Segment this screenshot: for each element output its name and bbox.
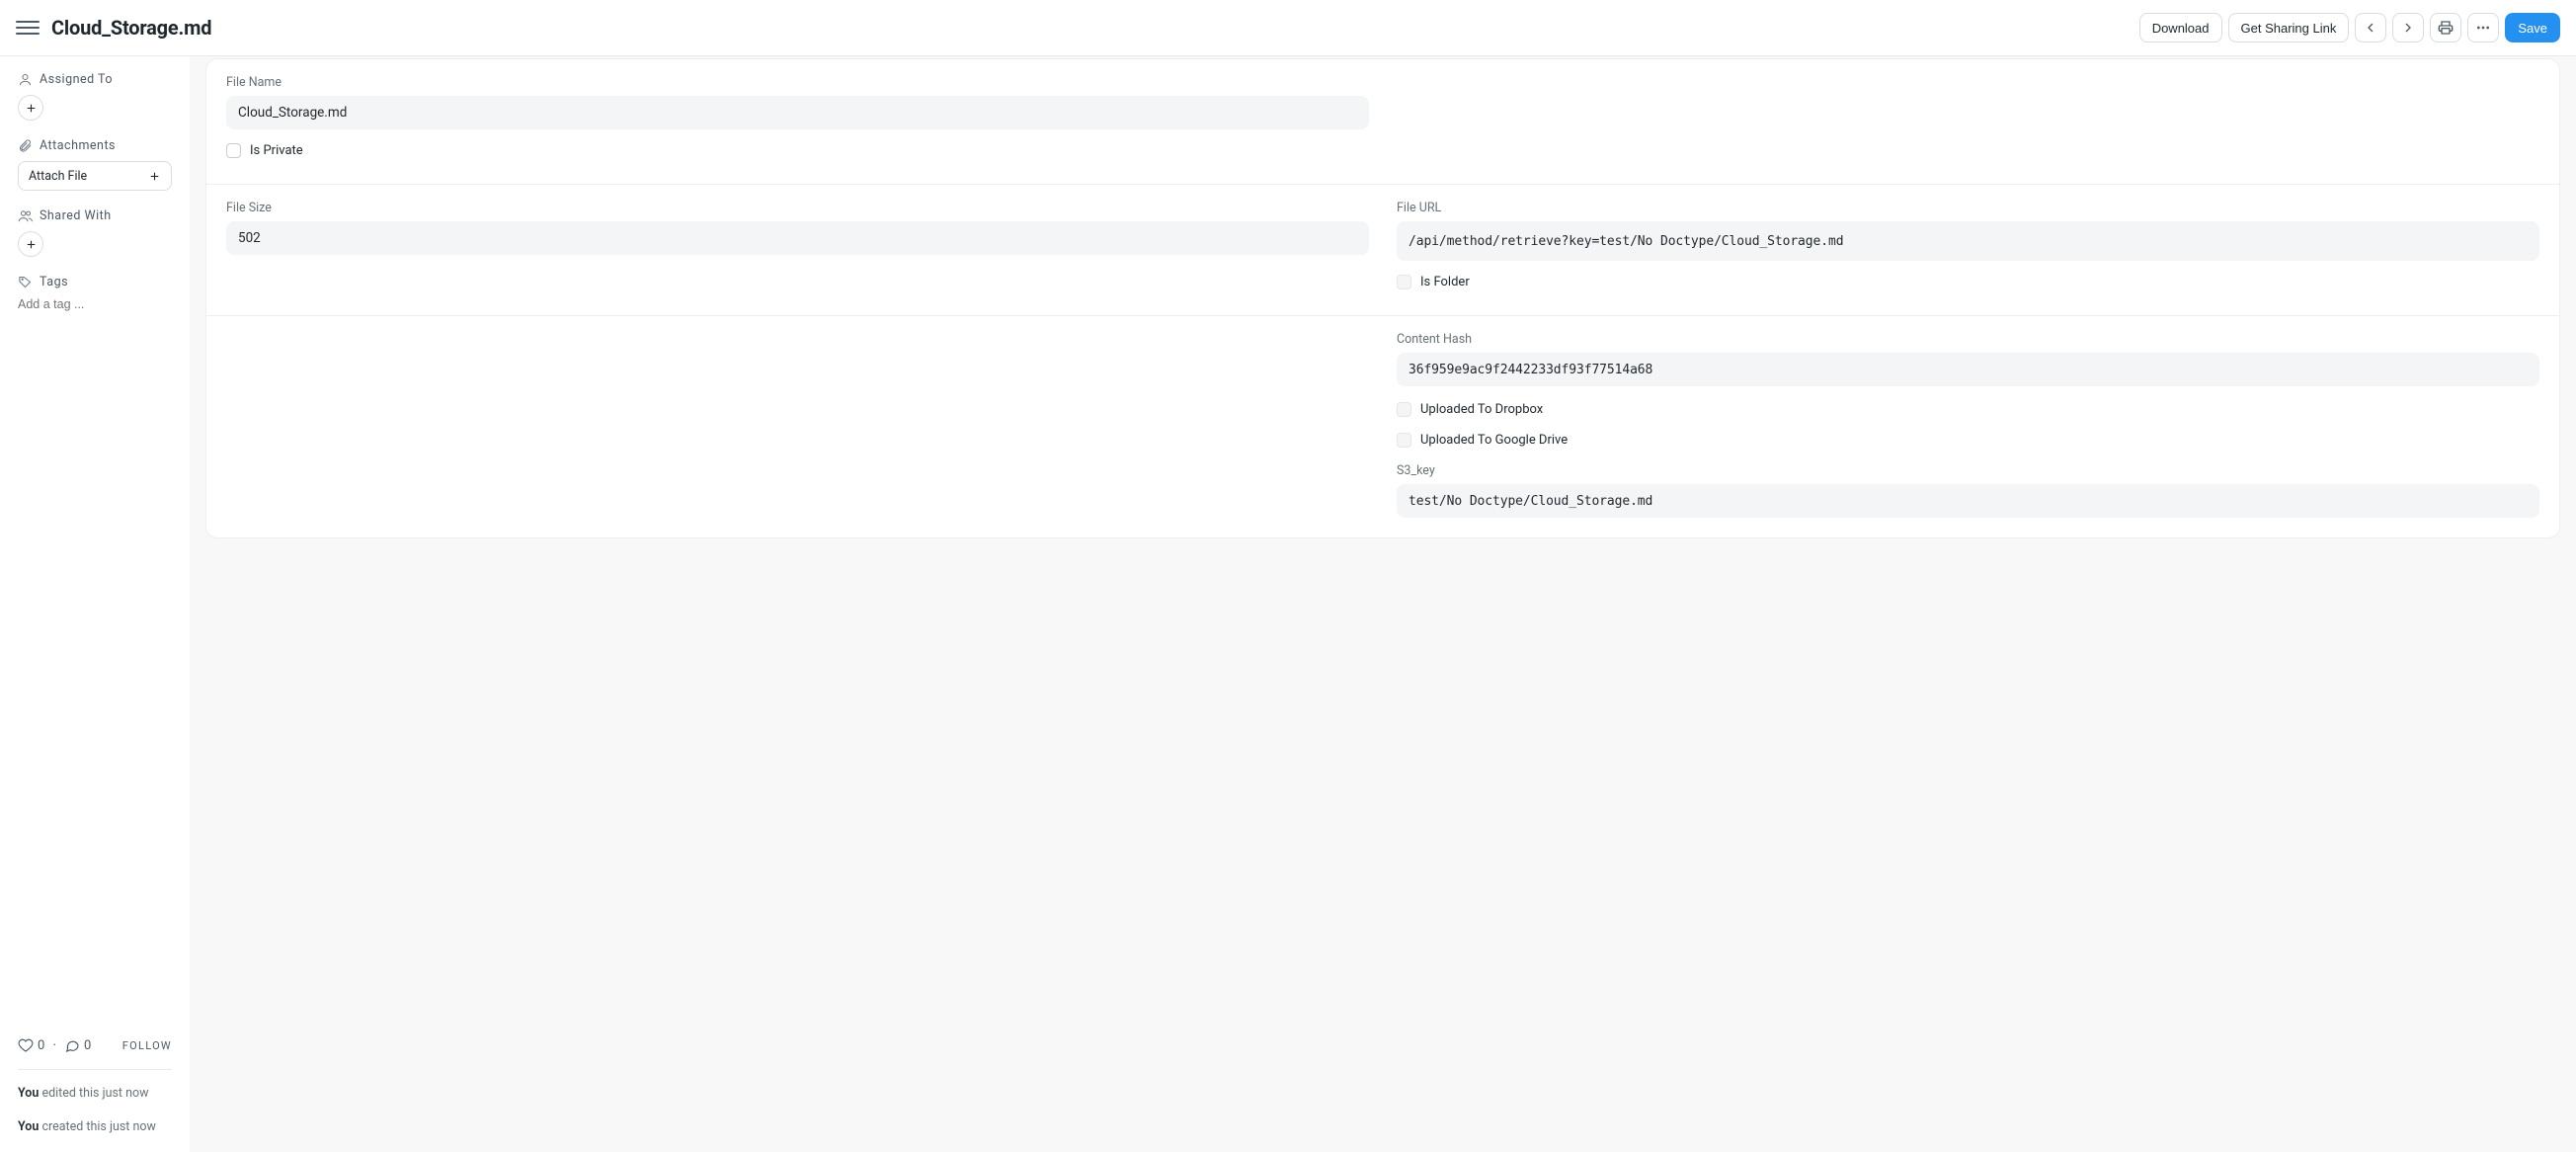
engagement-row: 0 · 0 FOLLOW	[18, 1037, 172, 1070]
save-button[interactable]: Save	[2505, 13, 2560, 42]
user-icon	[18, 72, 33, 87]
add-assignee-button[interactable]	[18, 95, 43, 121]
file-name-input[interactable]	[226, 96, 1369, 129]
assigned-to-header: Assigned To	[18, 72, 172, 87]
tag-icon	[18, 275, 33, 289]
shared-with-header: Shared With	[18, 208, 172, 223]
follow-button[interactable]: FOLLOW	[122, 1039, 172, 1052]
topbar: Cloud_Storage.md Download Get Sharing Li…	[0, 0, 2576, 56]
add-share-button[interactable]	[18, 231, 43, 257]
section-file-size-url: File Size File URL Is Folder	[206, 184, 2559, 315]
attach-file-button[interactable]: Attach File	[18, 161, 172, 191]
likes-button[interactable]: 0	[18, 1037, 44, 1053]
uploaded-dropbox-checkbox	[1397, 402, 1411, 417]
uploaded-dropbox-label: Uploaded To Dropbox	[1420, 402, 1543, 417]
users-icon	[18, 208, 33, 223]
file-name-label: File Name	[226, 75, 1369, 90]
history-edited: You edited this just now	[18, 1084, 172, 1103]
history-created: You created this just now	[18, 1117, 172, 1136]
section-file-name: File Name Is Private	[206, 59, 2559, 184]
attach-file-label: Attach File	[29, 169, 87, 184]
get-sharing-link-button[interactable]: Get Sharing Link	[2228, 13, 2350, 42]
tags-input[interactable]	[18, 297, 172, 311]
tags-label: Tags	[40, 275, 68, 289]
plus-icon	[25, 102, 38, 115]
is-folder-field: Is Folder	[1397, 275, 2539, 289]
shared-with-label: Shared With	[40, 208, 112, 223]
prev-button[interactable]	[2355, 13, 2386, 42]
comments-count: 0	[84, 1038, 91, 1053]
is-private-checkbox[interactable]	[226, 143, 241, 158]
file-url-input	[1397, 221, 2539, 261]
chevron-left-icon	[2363, 20, 2378, 36]
file-size-input	[226, 221, 1369, 255]
shared-with-section: Shared With	[18, 208, 172, 257]
main-content: File Name Is Private	[190, 56, 2576, 1152]
layout: Assigned To Attachments Attach File Shar…	[0, 56, 2576, 1152]
file-name-field: File Name	[226, 75, 1369, 129]
s3-key-field: S3_key	[1397, 463, 2539, 518]
content-hash-input	[1397, 353, 2539, 386]
file-url-field: File URL	[1397, 201, 2539, 261]
file-size-label: File Size	[226, 201, 1369, 215]
next-button[interactable]	[2392, 13, 2424, 42]
more-button[interactable]	[2467, 13, 2499, 42]
sidebar-bottom: 0 · 0 FOLLOW You edited this just now Yo…	[18, 1037, 172, 1136]
file-size-field: File Size	[226, 201, 1369, 255]
uploaded-gdrive-label: Uploaded To Google Drive	[1420, 433, 1568, 448]
plus-icon	[25, 238, 38, 251]
print-button[interactable]	[2430, 13, 2461, 42]
more-horizontal-icon	[2475, 20, 2491, 36]
printer-icon	[2438, 20, 2454, 36]
separator: ·	[52, 1037, 56, 1053]
comment-icon	[64, 1037, 80, 1053]
comments-button[interactable]: 0	[64, 1037, 91, 1053]
uploaded-gdrive-field: Uploaded To Google Drive	[1397, 433, 2539, 448]
heart-icon	[18, 1037, 34, 1053]
is-folder-checkbox	[1397, 275, 1411, 289]
attachments-label: Attachments	[40, 138, 116, 153]
uploaded-gdrive-checkbox	[1397, 433, 1411, 448]
assigned-to-label: Assigned To	[40, 72, 113, 87]
s3-key-input	[1397, 484, 2539, 518]
content-hash-field: Content Hash	[1397, 332, 2539, 386]
assigned-to-section: Assigned To	[18, 72, 172, 121]
file-url-label: File URL	[1397, 201, 2539, 215]
tags-header: Tags	[18, 275, 172, 289]
s3-key-label: S3_key	[1397, 463, 2539, 478]
is-private-field[interactable]: Is Private	[226, 143, 1369, 158]
paperclip-icon	[18, 138, 33, 153]
is-folder-label: Is Folder	[1420, 275, 1470, 289]
sidebar: Assigned To Attachments Attach File Shar…	[0, 56, 190, 1152]
form-card: File Name Is Private	[205, 58, 2560, 538]
chevron-right-icon	[2400, 20, 2416, 36]
plus-icon	[148, 170, 161, 183]
download-button[interactable]: Download	[2139, 13, 2222, 42]
attachments-section: Attachments Attach File	[18, 138, 172, 191]
content-hash-label: Content Hash	[1397, 332, 2539, 347]
tags-section: Tags	[18, 275, 172, 311]
attachments-header: Attachments	[18, 138, 172, 153]
section-hash-uploads: Content Hash Uploaded To Dropbox Uploade…	[206, 315, 2559, 537]
uploaded-dropbox-field: Uploaded To Dropbox	[1397, 402, 2539, 417]
page-title: Cloud_Storage.md	[51, 16, 211, 40]
is-private-label: Is Private	[250, 143, 303, 158]
likes-count: 0	[38, 1038, 44, 1053]
hamburger-menu-icon[interactable]	[16, 16, 40, 40]
topbar-actions: Download Get Sharing Link Save	[2139, 13, 2560, 42]
